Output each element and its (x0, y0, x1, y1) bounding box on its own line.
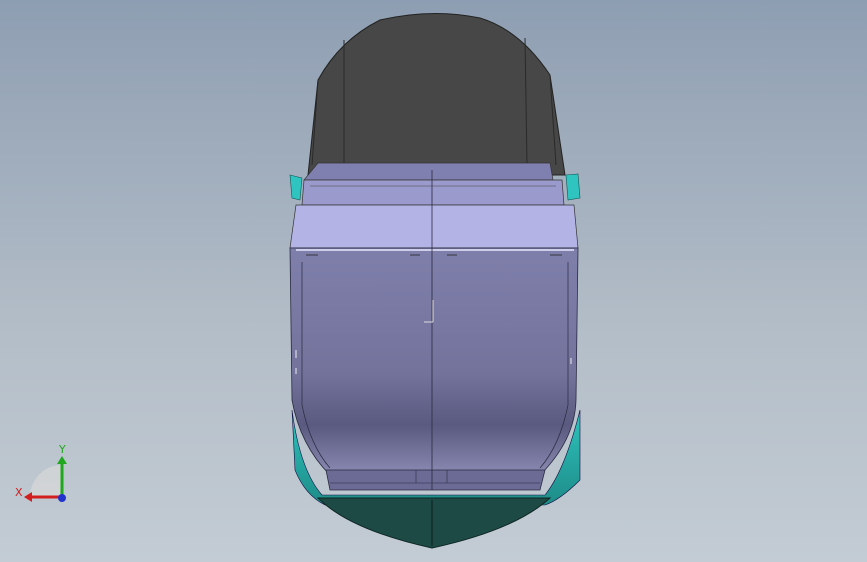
y-axis-label: Y (58, 443, 66, 456)
y-axis-arrow-icon (57, 456, 67, 464)
axis-triad[interactable]: X Y (10, 440, 80, 510)
top-face[interactable] (289, 204, 579, 249)
bottom-dome[interactable] (316, 497, 552, 549)
3d-model[interactable] (0, 0, 867, 562)
right-teal-trim[interactable] (565, 173, 581, 201)
bottom-ledge[interactable] (325, 469, 546, 491)
left-teal-trim[interactable] (289, 174, 303, 201)
top-strip[interactable] (303, 162, 554, 181)
x-axis-arrow-icon (24, 492, 32, 502)
triad-quadrant (30, 465, 62, 497)
z-axis-dot-icon (58, 494, 66, 502)
graphics-viewport[interactable]: X Y (0, 0, 867, 562)
x-axis-label: X (15, 486, 23, 499)
main-body[interactable] (289, 247, 579, 476)
